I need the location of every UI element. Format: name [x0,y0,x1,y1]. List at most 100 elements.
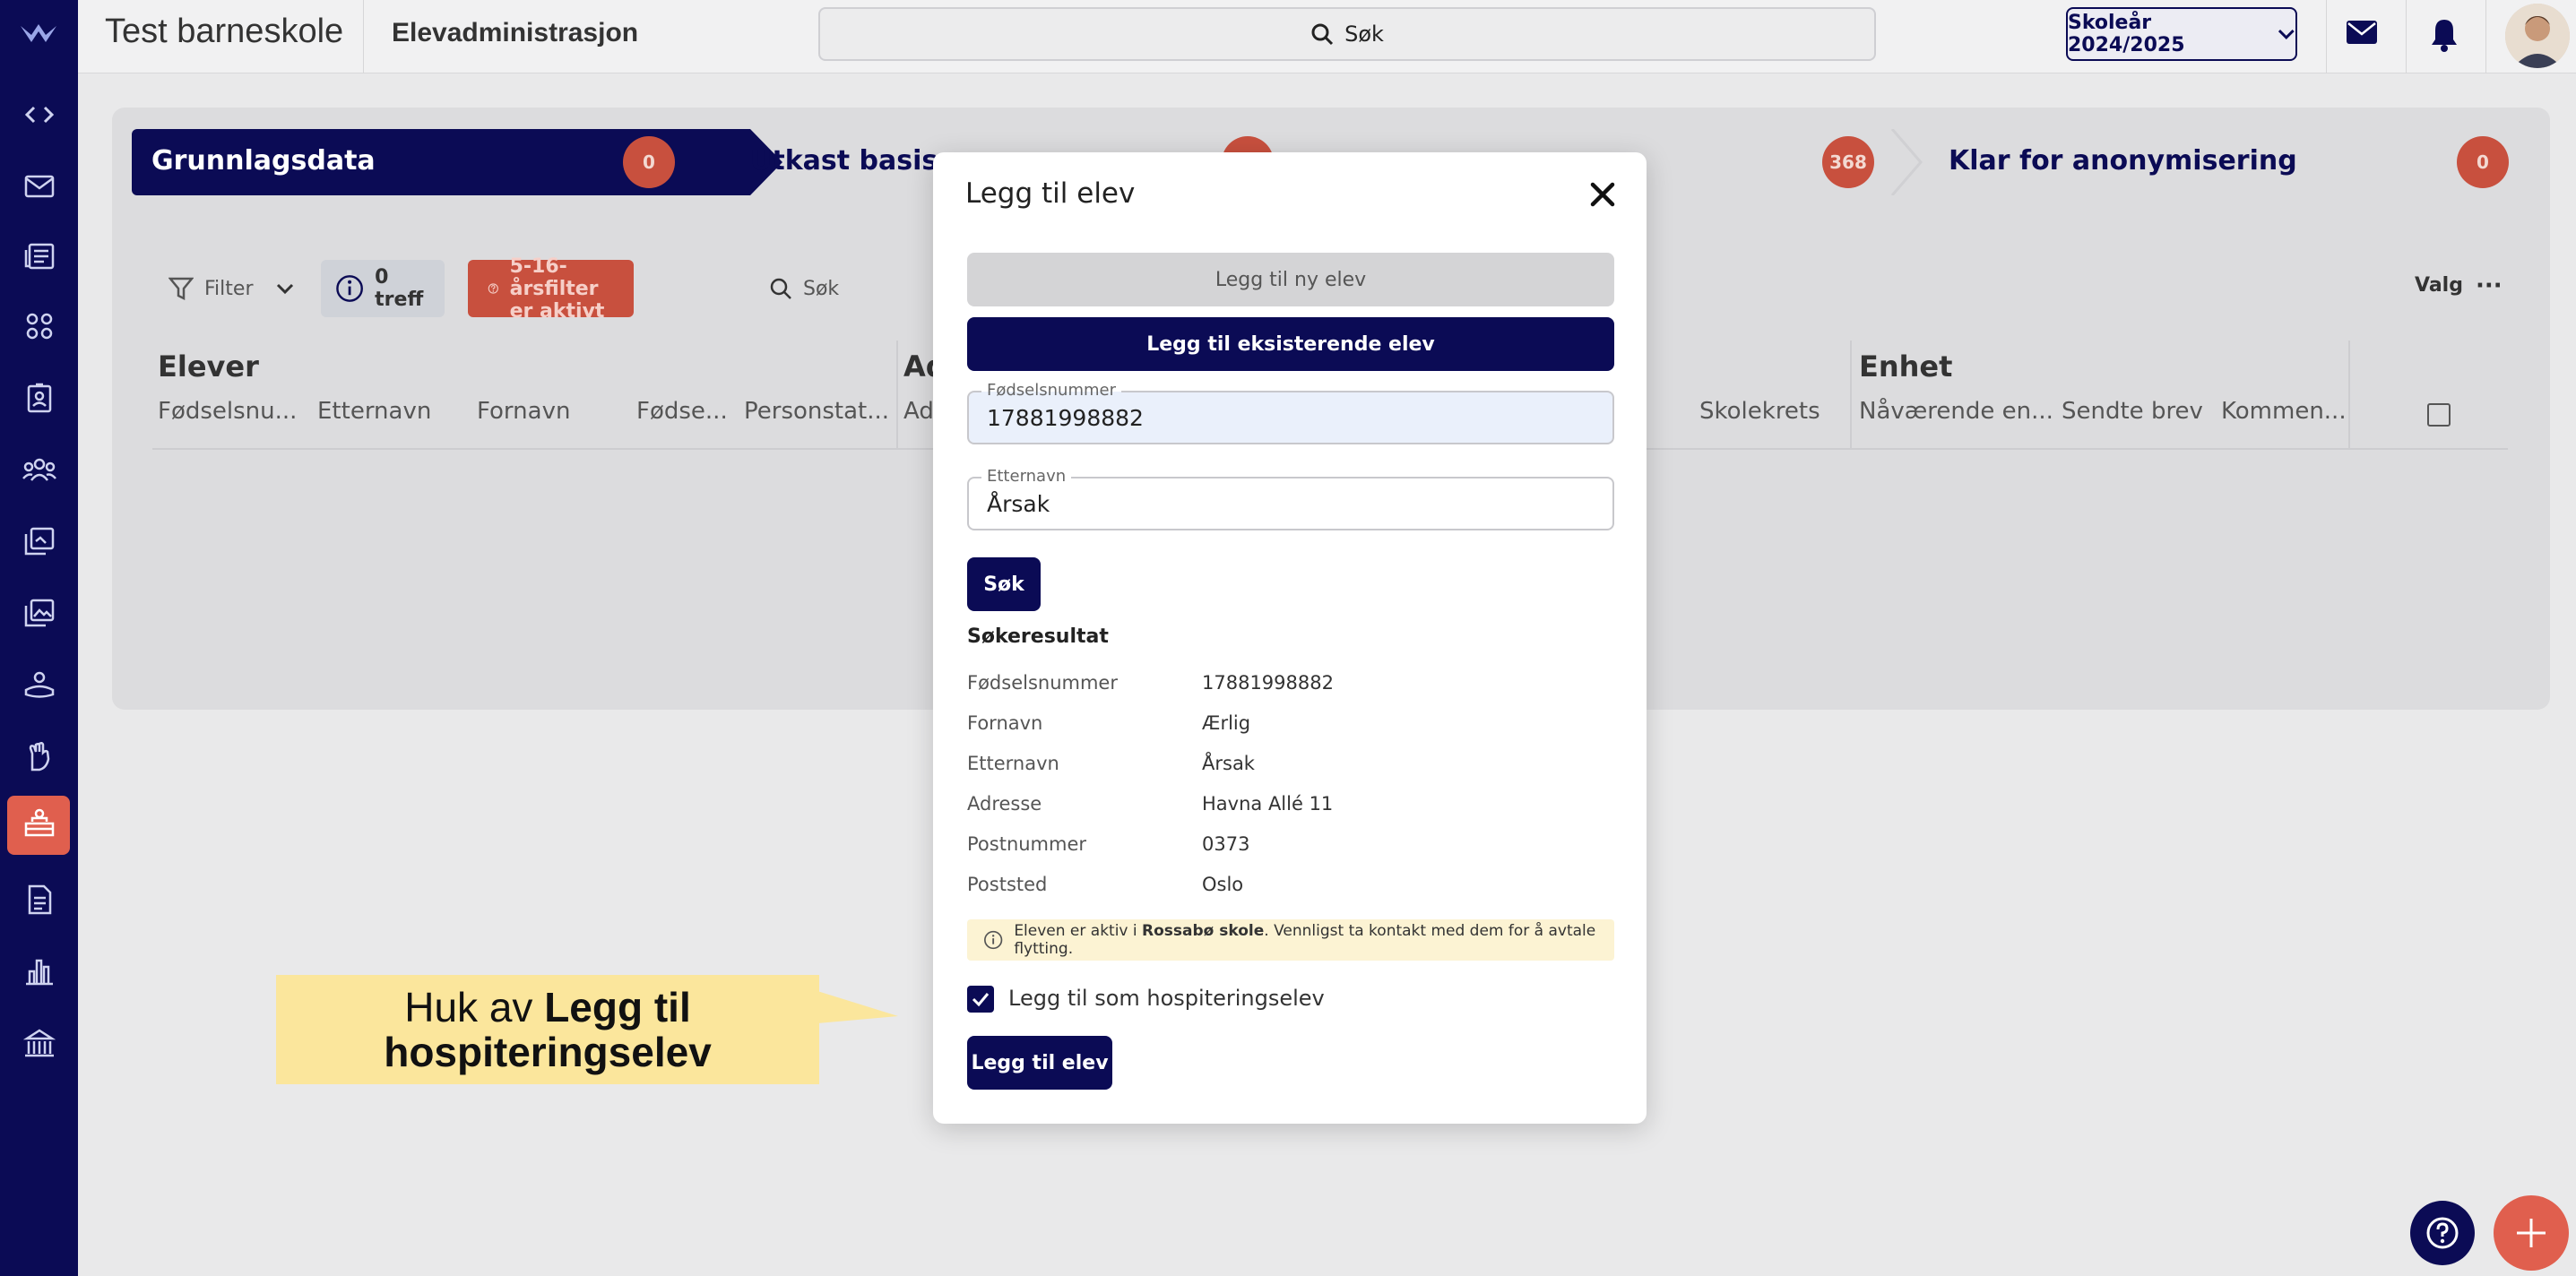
callout-bold-2: hospiteringselev [384,1029,712,1075]
result-key: Poststed [967,874,1048,895]
school-settings-icon[interactable] [0,1016,78,1070]
step-count-badge: 0 [623,136,675,188]
lastname-field-label: Etternavn [981,468,1072,486]
notice-text: Eleven er aktiv i Rossabø skole. Vennlig… [1014,922,1614,958]
question-circle-icon [2426,1217,2459,1249]
ssn-field[interactable]: Fødselsnummer 17881998882 [967,382,1614,444]
chevron-down-icon [2278,30,2295,39]
plus-icon [2517,1219,2546,1247]
statistics-icon[interactable] [0,944,78,998]
column-header[interactable]: Sendte brev [2062,398,2203,425]
top-bar: Test barneskole Elevadministrasjon Søk S… [78,0,2576,73]
step-count-badge: 368 [1822,136,1874,188]
expand-collapse-icon[interactable] [0,88,78,142]
lastname-field[interactable]: Etternavn Årsak [967,468,1614,530]
school-year-dropdown[interactable]: Skoleår 2024/2025 [2066,7,2297,61]
groups-icon[interactable] [0,299,78,353]
global-search[interactable]: Søk [818,7,1876,61]
age-filter-label: 5-16-årsfilter er aktivt [509,254,605,323]
school-year-label: Skoleår 2024/2025 [2068,12,2185,56]
id-badge-icon[interactable] [0,371,78,425]
column-header[interactable]: Ad [903,398,934,425]
result-value: Årsak [1202,753,1255,774]
more-horizontal-icon: ··· [2475,272,2503,299]
messages-icon[interactable] [0,160,78,213]
user-avatar[interactable] [2505,4,2570,68]
divider [363,0,364,73]
step-label[interactable]: Klar for anonymisering [1949,145,2297,177]
step-grunnlagsdata[interactable]: Grunnlagsdata 0 [132,129,782,195]
active-school-notice: Eleven er aktiv i Rossabø skole. Vennlig… [967,919,1614,961]
notice-school: Rossabø skole [1142,922,1265,940]
search-button[interactable]: Søk [967,557,1041,611]
callout-pointer [817,991,898,1023]
callout-bold-1: Legg til [544,984,691,1030]
result-key: Postnummer [967,833,1087,855]
column-header[interactable]: Kommen... [2221,398,2347,425]
list-search-label: Søk [803,277,840,300]
mail-icon[interactable] [2346,20,2378,48]
result-key: Fødselsnummer [967,672,1118,694]
column-header[interactable]: Fødselsnu... [158,398,297,425]
ssn-field-label: Fødselsnummer [981,382,1121,400]
column-group-elever: Elever [158,349,259,384]
chevron-down-icon [277,283,294,295]
callout-line-2: hospiteringselev [384,1030,712,1074]
age-filter-button[interactable]: 5-16-årsfilter er aktivt [468,255,634,323]
result-key: Etternavn [967,753,1059,774]
add-new-student-button[interactable]: Legg til ny elev [967,253,1614,306]
tutorial-callout: Huk av Legg til hospiteringselev [276,975,819,1084]
hand-icon[interactable] [0,729,78,783]
result-value: Havna Allé 11 [1202,793,1334,815]
hospitering-checkbox[interactable] [967,986,994,1013]
notifications-bell-icon[interactable] [2430,18,2459,56]
step-chevron-icon [1890,129,1923,195]
column-header[interactable]: Nåværende en... [1859,398,2053,425]
select-all-checkbox[interactable] [2427,403,2451,427]
people-icon[interactable] [0,443,78,496]
close-icon[interactable] [1587,179,1618,210]
health-icon[interactable] [0,658,78,711]
options-label: Valg [2415,274,2463,297]
filter-label: Filter [204,277,254,300]
app-logo-icon[interactable] [18,18,59,50]
options-menu-button[interactable]: Valg ··· [2415,274,2503,297]
column-header[interactable]: Personstat... [744,398,889,425]
gallery-icon[interactable] [0,586,78,640]
callout-line-1: Huk av Legg til [404,985,691,1030]
filter-button[interactable]: Filter [169,260,294,317]
result-value: Ærlig [1202,712,1251,734]
add-student-submit-button[interactable]: Legg til elev [967,1036,1112,1090]
info-icon [984,930,1003,950]
hits-counter: 0 treff [321,260,445,317]
column-header[interactable]: Fødse... [636,398,728,425]
hospitering-checkbox-label[interactable]: Legg til som hospiteringselev [1008,986,1325,1011]
module-title: Elevadministrasjon [392,18,639,47]
column-header[interactable]: Skolekrets [1699,398,1820,425]
list-search-button[interactable]: Søk [769,260,839,317]
lastname-field-value: Årsak [987,491,1050,517]
hits-label: 0 treff [375,266,424,311]
school-name[interactable]: Test barneskole [105,13,343,51]
result-key: Adresse [967,793,1042,815]
checkmark-icon [972,993,990,1007]
student-admin-icon[interactable] [0,796,78,855]
divider [2326,0,2327,73]
column-group-enhet: Enhet [1859,349,1953,384]
column-group-divider [2348,341,2350,448]
assignments-icon[interactable] [0,514,78,568]
result-value: 17881998882 [1202,672,1334,694]
help-button[interactable] [2410,1201,2475,1265]
add-fab-button[interactable] [2494,1195,2569,1271]
documents-icon[interactable] [0,873,78,927]
info-icon [336,275,363,302]
news-icon[interactable] [0,229,78,283]
callout-prefix: Huk av [404,984,545,1030]
add-existing-student-button[interactable]: Legg til eksisterende elev [967,317,1614,371]
column-header[interactable]: Etternavn [317,398,431,425]
column-header[interactable]: Fornavn [477,398,570,425]
result-key: Fornavn [967,712,1043,734]
side-navigation-rail [0,0,78,1276]
step-label: Grunnlagsdata [151,145,376,177]
ssn-field-value: 17881998882 [987,405,1144,431]
